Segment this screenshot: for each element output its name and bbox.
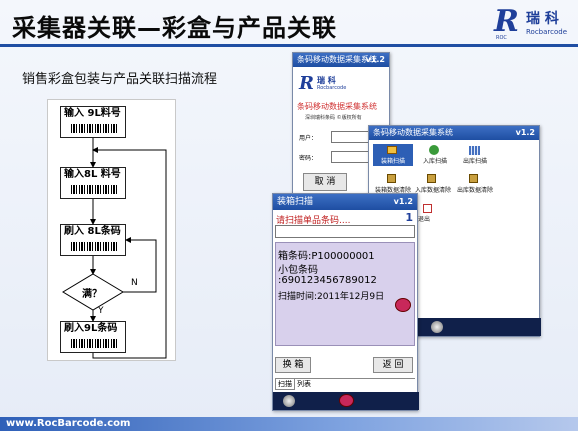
menu-item-inbound-clear[interactable]: 入库数据清除	[413, 174, 453, 202]
menu-item-outbound-scan[interactable]: 出库扫描	[455, 144, 495, 166]
flow-label-yes: Y	[98, 306, 104, 316]
tab-scan[interactable]: 扫描	[275, 379, 295, 390]
flowchart: 输入 9L料号 输入8L 料号 刷入 8L条码 刷入9L条码 满？ N Y	[47, 99, 176, 361]
scan-taskbar	[273, 392, 419, 410]
menu-item-outbound-clear[interactable]: 出库数据清除	[455, 174, 495, 202]
scan-result-line: 小包条码	[278, 265, 318, 276]
login-version: v1.2	[365, 55, 385, 64]
windows-start-icon[interactable]	[431, 321, 443, 333]
slide-title: 采集器关联—彩盒与产品关联	[12, 14, 337, 42]
login-brand-en: Rocbarcode	[317, 85, 347, 91]
grid-icon	[469, 146, 480, 155]
menu-item-inbound-scan[interactable]: 入库扫描	[415, 144, 455, 166]
scan-result-line: 箱条码:P100000001	[278, 251, 375, 262]
clear-icon	[427, 174, 436, 183]
logo-cn-text: 瑞 科	[526, 11, 559, 27]
password-label: 密码：	[299, 155, 318, 162]
scan-title: 装箱扫描	[277, 197, 314, 207]
login-titlebar: 条码移动数据采集系统 v1.2	[293, 53, 389, 67]
logo-tag: ROC	[496, 35, 507, 41]
menu-version: v1.2	[515, 128, 535, 137]
scan-count: 1	[405, 211, 413, 224]
login-copyright: 深圳瑞科条码 ©版权所有	[305, 115, 362, 121]
flow-label-no: N	[131, 278, 138, 288]
login-system-name: 条码移动数据采集系统	[297, 102, 377, 111]
clear-icon	[387, 174, 396, 183]
footer-url[interactable]: www.RocBarcode.com	[6, 418, 130, 429]
user-label: 用户：	[299, 135, 318, 142]
login-logo-icon: R	[299, 73, 314, 94]
menu-item-pack-scan[interactable]: 装箱扫描	[373, 144, 413, 166]
scan-tab-bar: 扫描 列表	[275, 378, 415, 390]
flow-decision-label: 满？	[82, 289, 102, 300]
keyboard-icon[interactable]	[395, 298, 411, 312]
menu-title: 条码移动数据采集系统	[373, 128, 453, 137]
change-box-button[interactable]: 换 箱	[275, 357, 311, 373]
rocbarcode-logo: R 瑞 科 Rocbarcode ROC	[494, 4, 574, 42]
scan-result-panel: 箱条码:P100000001 小包条码 :690123456789012 扫描时…	[275, 242, 415, 346]
scan-input[interactable]	[275, 225, 415, 238]
check-icon	[429, 145, 439, 155]
scan-window: 装箱扫描 v1.2 请扫描单品条码.... 1 箱条码:P100000001 小…	[272, 193, 419, 411]
menu-item-label: 装箱扫描	[380, 158, 405, 165]
back-button[interactable]: 返 回	[373, 357, 413, 373]
menu-item-label: 入库数据清除	[414, 187, 451, 194]
title-divider	[0, 44, 578, 47]
clear-icon	[469, 174, 478, 183]
menu-item-label: 出库扫描	[462, 158, 487, 165]
slide: 采集器关联—彩盒与产品关联 R 瑞 科 Rocbarcode ROC 销售彩盒包…	[0, 0, 578, 431]
scan-keyboard-strip	[391, 298, 415, 314]
keyboard-icon[interactable]	[339, 394, 354, 407]
box-icon	[387, 146, 397, 154]
flow-connectors	[62, 138, 167, 359]
login-cancel-button[interactable]: 取 消	[303, 173, 347, 191]
scan-result-line: 扫描时间:2011年12月9日	[278, 292, 385, 302]
menu-item-label: 出库数据清除	[456, 187, 493, 194]
logo-en-text: Rocbarcode	[526, 28, 568, 36]
logo-letter: R	[494, 4, 519, 39]
scan-version: v1.2	[393, 197, 413, 206]
menu-item-label: 入库扫描	[422, 158, 447, 165]
windows-start-icon[interactable]	[283, 395, 295, 407]
scan-result-line: :690123456789012	[278, 275, 377, 286]
slide-subtitle: 销售彩盒包装与产品关联扫描流程	[22, 72, 218, 87]
exit-icon	[423, 204, 432, 213]
tab-list[interactable]: 列表	[295, 379, 313, 389]
menu-titlebar: 条码移动数据采集系统 v1.2	[369, 126, 539, 140]
scan-titlebar: 装箱扫描 v1.2	[273, 194, 417, 210]
